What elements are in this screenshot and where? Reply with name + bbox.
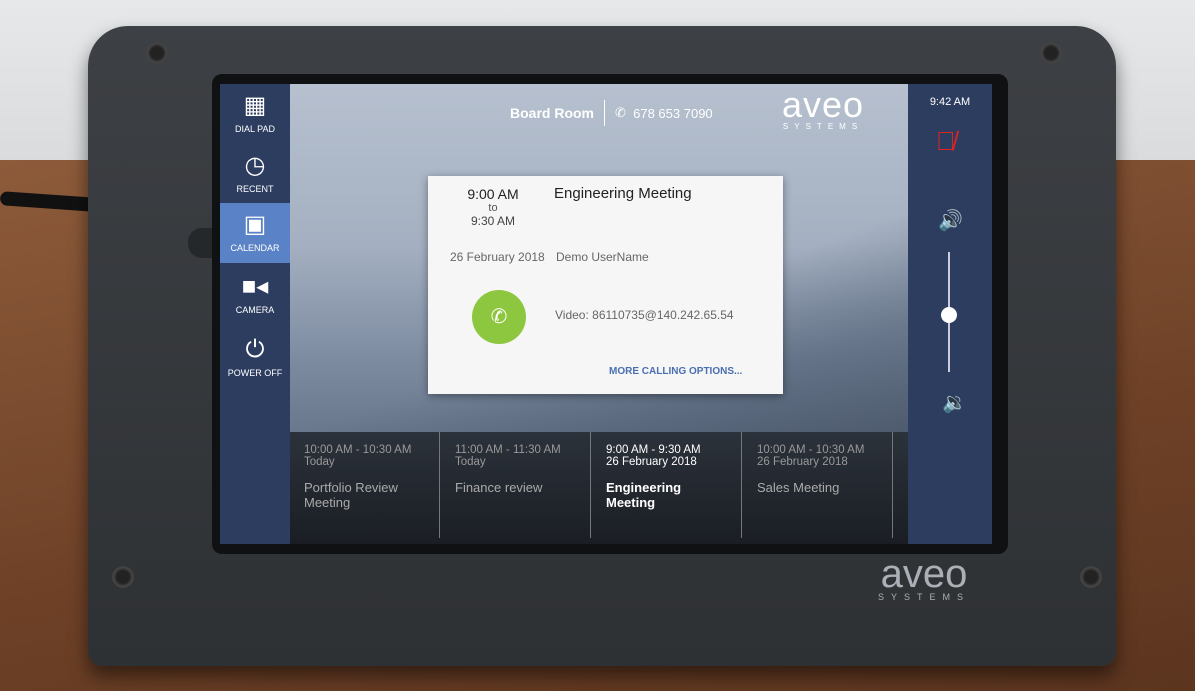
event-time: 11:00 AM - 11:30 AM — [455, 444, 561, 456]
divider — [604, 100, 605, 126]
phone-icon: ✆ — [615, 105, 634, 120]
volume-down-icon[interactable]: 🔉 — [942, 390, 967, 415]
clock: 9:42 AM — [929, 96, 971, 108]
video-call-button[interactable]: ✆ — [472, 290, 526, 344]
room-name: Board Room — [510, 105, 594, 121]
event-title: Portfolio Review Meeting — [304, 480, 398, 510]
event-card[interactable]: 10:00 AM - 10:30 AM 26 February 2018 Sales… — [743, 432, 893, 538]
event-title: Engineering Meeting — [606, 480, 682, 510]
volume-up-icon[interactable]: 🔊 — [938, 208, 963, 233]
room-phone: 678 653 7090 — [633, 105, 713, 121]
event-card-active[interactable]: 9:00 AM - 9:30 AM 26 February 2018 Enginee… — [592, 432, 742, 538]
meeting-end: 9:30 AM — [470, 214, 516, 228]
event-day: 26 February 2018 — [606, 456, 697, 468]
events-strip: 10:00 AM - 10:30 AM Today Portfolio Review… — [290, 432, 921, 544]
logo-sub: SYSTEMS — [878, 592, 971, 602]
nav-calendar[interactable]: ▣ CALENDAR — [220, 203, 290, 263]
nav-label: POWER OFF — [227, 368, 283, 378]
event-title: Sales Meeting — [757, 480, 840, 495]
meeting-title: Engineering Meeting — [554, 185, 692, 202]
screw — [146, 42, 168, 64]
nav-power-off[interactable]: ⏻ POWER OFF — [220, 328, 290, 388]
sidebar: ▦ DIAL PAD ◷ RECENT ▣ CALENDAR ■◂ CAMERA ⏻ PO… — [220, 84, 290, 544]
camera-icon: ■◂ — [241, 273, 269, 300]
event-day: Today — [455, 456, 486, 468]
room-header: Board Room ✆ 678 653 7090 — [510, 100, 713, 126]
meeting-to: to — [488, 202, 498, 214]
power-icon: ⏻ — [245, 336, 265, 363]
event-time: 10:00 AM - 10:30 AM — [304, 444, 412, 456]
logo-text: aveo — [782, 84, 865, 125]
nav-label: CALENDAR — [230, 243, 280, 253]
nav-label: DIAL PAD — [234, 124, 275, 134]
nav-camera[interactable]: ■◂ CAMERA — [220, 265, 290, 325]
aveo-logo: aveo SYSTEMS — [782, 84, 865, 132]
event-card[interactable]: 11:00 AM - 11:30 AM Today Finance review — [441, 432, 591, 538]
more-calling-options-link[interactable]: MORE CALLING OPTIONS... — [609, 366, 742, 377]
event-time: 10:00 AM - 10:30 AM — [757, 444, 865, 456]
event-title: Finance review — [455, 480, 543, 495]
meeting-start: 9:00 AM — [467, 186, 519, 202]
touch-panel-screen: ▦ DIAL PAD ◷ RECENT ▣ CALENDAR ■◂ CAMERA ⏻ PO… — [220, 84, 992, 544]
video-call-icon: ✆ — [490, 306, 508, 328]
logo-sub: SYSTEMS — [782, 122, 864, 131]
nav-dial-pad[interactable]: ▦ DIAL PAD — [220, 84, 290, 144]
event-card[interactable]: 10:00 AM - 10:30 AM Today Portfolio Review… — [290, 432, 440, 538]
nav-label: CAMERA — [235, 305, 275, 315]
event-day: Today — [304, 456, 335, 468]
mic-muted-icon[interactable]: 🎙̸ — [936, 126, 956, 157]
nav-recent[interactable]: ◷ RECENT — [220, 144, 290, 204]
calendar-icon: ▣ — [243, 211, 267, 238]
right-panel: 9:42 AM 🎙̸ 🔊 🔉 — [908, 84, 992, 544]
stand-logo: aveo SYSTEMS — [878, 552, 971, 602]
meeting-organizer: Demo UserName — [556, 250, 649, 264]
video-address: Video: 86110735@140.242.65.54 — [555, 308, 734, 322]
nav-label: RECENT — [236, 184, 274, 194]
screw — [1080, 566, 1102, 588]
screw — [1040, 42, 1062, 64]
clock-icon: ◷ — [244, 152, 266, 179]
meeting-details-card: 9:00 AM to 9:30 AM Engineering Meeting 2… — [428, 176, 783, 394]
dialpad-icon: ▦ — [243, 92, 267, 119]
meeting-date: 26 February 2018 — [450, 250, 545, 264]
event-day: 26 February 2018 — [757, 456, 848, 468]
logo-text: aveo — [880, 552, 968, 596]
screw — [112, 566, 134, 588]
event-time: 9:00 AM - 9:30 AM — [606, 444, 701, 456]
volume-slider-thumb[interactable] — [941, 307, 957, 323]
